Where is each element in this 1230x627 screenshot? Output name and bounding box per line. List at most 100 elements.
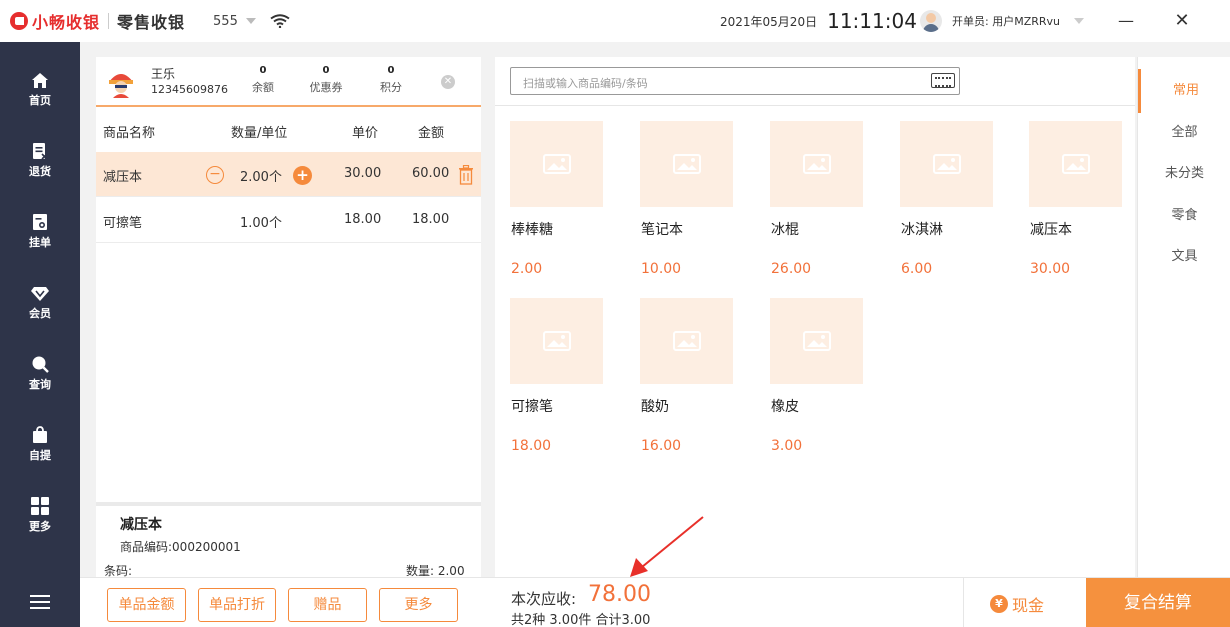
cash-pay-button[interactable]: ¥ 现金 bbox=[990, 592, 1044, 616]
product-name: 可擦笔 bbox=[511, 399, 553, 415]
cart-item-name: 减压本 bbox=[103, 170, 143, 185]
cart-item-amount: 60.00 bbox=[412, 166, 450, 181]
points-value: 0 bbox=[387, 65, 395, 76]
product-card[interactable]: 酸奶 16.00 bbox=[640, 298, 735, 468]
brand-name: 小畅收银 bbox=[32, 13, 101, 32]
search-icon bbox=[32, 356, 49, 373]
product-card[interactable]: 冰棍 26.00 bbox=[770, 121, 865, 291]
sidebar-item-member[interactable]: 会员 bbox=[0, 273, 80, 333]
product-image bbox=[640, 121, 733, 207]
product-name: 笔记本 bbox=[641, 222, 683, 238]
image-placeholder-icon bbox=[543, 154, 571, 174]
product-price: 10.00 bbox=[641, 261, 682, 277]
category-tab-all[interactable]: 全部 bbox=[1138, 111, 1230, 155]
item-amount-button[interactable]: 单品金额 bbox=[107, 588, 186, 622]
detail-item-code: 商品编码:000200001 bbox=[120, 540, 241, 554]
brand-logo-icon bbox=[10, 12, 28, 30]
clock: 2021年05月20日 11:11:04 bbox=[720, 0, 917, 42]
sidebar-item-label: 更多 bbox=[29, 519, 51, 533]
column-header: 金额 bbox=[418, 126, 445, 141]
product-card[interactable]: 笔记本 10.00 bbox=[640, 121, 735, 291]
chevron-down-icon bbox=[245, 18, 256, 24]
product-card[interactable]: 冰淇淋 6.00 bbox=[900, 121, 995, 291]
cart-item-name: 可擦笔 bbox=[103, 216, 143, 231]
product-card[interactable]: 可擦笔 18.00 bbox=[510, 298, 605, 468]
member-points: 0 积分 bbox=[366, 65, 416, 95]
product-image bbox=[770, 298, 863, 384]
sidebar-item-return[interactable]: 退货 bbox=[0, 130, 80, 190]
current-time: 11:11:04 bbox=[827, 9, 917, 33]
cash-pay-label: 现金 bbox=[1012, 596, 1045, 615]
menu-icon[interactable] bbox=[0, 577, 80, 627]
sidebar-item-home[interactable]: 首页 bbox=[0, 60, 80, 120]
amount-due-label: 本次应收: bbox=[511, 590, 577, 608]
member-avatar-icon bbox=[109, 74, 133, 98]
item-discount-button[interactable]: 单品打折 bbox=[198, 588, 276, 622]
return-icon bbox=[33, 142, 48, 160]
more-button[interactable]: 更多 bbox=[379, 588, 458, 622]
cart-item-amount: 18.00 bbox=[412, 212, 450, 227]
cart-item-qty: 1.00个 bbox=[240, 216, 282, 231]
product-card[interactable]: 减压本 30.00 bbox=[1029, 121, 1124, 291]
product-name: 减压本 bbox=[1030, 222, 1072, 238]
product-image bbox=[900, 121, 993, 207]
cart-header: 商品名称 数量/单位 单价 金额 bbox=[96, 117, 481, 151]
order-summary: 共2种 3.00件 合计3.00 bbox=[511, 613, 651, 627]
divider bbox=[963, 578, 964, 627]
coupon-value: 0 bbox=[322, 65, 330, 76]
image-placeholder-icon bbox=[673, 331, 701, 351]
cart-item-qty: 2.00个 bbox=[240, 170, 282, 185]
category-tab-uncategorized[interactable]: 未分类 bbox=[1138, 152, 1230, 196]
close-icon[interactable]: ✕ bbox=[441, 75, 455, 89]
cart-row[interactable]: 减压本 − 2.00个 + 30.00 60.00 bbox=[96, 152, 481, 197]
balance-value: 0 bbox=[259, 65, 267, 76]
category-tab-frequent[interactable]: 常用 bbox=[1138, 69, 1230, 113]
divider bbox=[495, 105, 1135, 106]
image-placeholder-icon bbox=[933, 154, 961, 174]
product-name: 棒棒糖 bbox=[511, 222, 553, 238]
shop-selector[interactable]: 555 bbox=[213, 14, 256, 29]
cashier-user[interactable]: 开单员: 用户MZRRvu bbox=[920, 0, 1084, 42]
minimize-button[interactable]: — bbox=[1116, 10, 1136, 32]
image-placeholder-icon bbox=[673, 154, 701, 174]
product-name: 冰棍 bbox=[771, 222, 799, 238]
sidebar-item-pickup[interactable]: 自提 bbox=[0, 414, 80, 474]
product-image bbox=[1029, 121, 1122, 207]
chevron-down-icon bbox=[1074, 18, 1084, 24]
item-detail: 减压本 商品编码:000200001 条码: 数量: 2.00 bbox=[96, 502, 481, 578]
search-placeholder: 扫描或输入商品编码/条码 bbox=[523, 77, 648, 90]
avatar bbox=[920, 10, 942, 32]
combined-settlement-button[interactable]: 复合结算 bbox=[1086, 578, 1230, 627]
increase-quantity-button[interactable]: + bbox=[293, 166, 312, 185]
cart-row[interactable]: 可擦笔 1.00个 18.00 18.00 bbox=[96, 198, 481, 243]
member-name: 王乐 bbox=[151, 67, 176, 81]
app-title: 零售收银 bbox=[117, 13, 186, 32]
hold-order-icon bbox=[33, 213, 47, 230]
product-price: 26.00 bbox=[771, 261, 812, 277]
category-tab-stationery[interactable]: 文具 bbox=[1138, 235, 1230, 279]
search-input[interactable]: 扫描或输入商品编码/条码 bbox=[510, 67, 960, 95]
sidebar-item-label: 查询 bbox=[29, 377, 51, 391]
keyboard-icon[interactable] bbox=[931, 73, 955, 88]
current-date: 2021年05月20日 bbox=[720, 14, 818, 29]
product-card[interactable]: 橡皮 3.00 bbox=[770, 298, 865, 468]
close-button[interactable]: ✕ bbox=[1172, 10, 1192, 32]
category-tab-snacks[interactable]: 零食 bbox=[1138, 194, 1230, 238]
decrease-quantity-button[interactable]: − bbox=[206, 166, 224, 184]
trash-icon[interactable] bbox=[458, 165, 474, 185]
image-placeholder-icon bbox=[543, 331, 571, 351]
sidebar-item-more[interactable]: 更多 bbox=[0, 485, 80, 545]
product-price: 18.00 bbox=[511, 438, 552, 454]
balance-label: 余额 bbox=[252, 81, 274, 94]
sidebar-item-query[interactable]: 查询 bbox=[0, 343, 80, 403]
product-card[interactable]: 棒棒糖 2.00 bbox=[510, 121, 605, 291]
member-card[interactable]: 王乐 12345609876 0 余额 0 优惠券 0 积分 ✕ bbox=[96, 57, 481, 107]
gift-button[interactable]: 赠品 bbox=[288, 588, 367, 622]
cart-item-price: 30.00 bbox=[344, 166, 382, 181]
pickup-icon bbox=[33, 425, 47, 443]
cart-item-price: 18.00 bbox=[344, 212, 382, 227]
product-price: 6.00 bbox=[901, 261, 933, 277]
detail-item-name: 减压本 bbox=[120, 517, 162, 533]
sidebar-item-hold[interactable]: 挂单 bbox=[0, 201, 80, 261]
category-list: 常用 全部 未分类 零食 文具 bbox=[1137, 57, 1230, 577]
